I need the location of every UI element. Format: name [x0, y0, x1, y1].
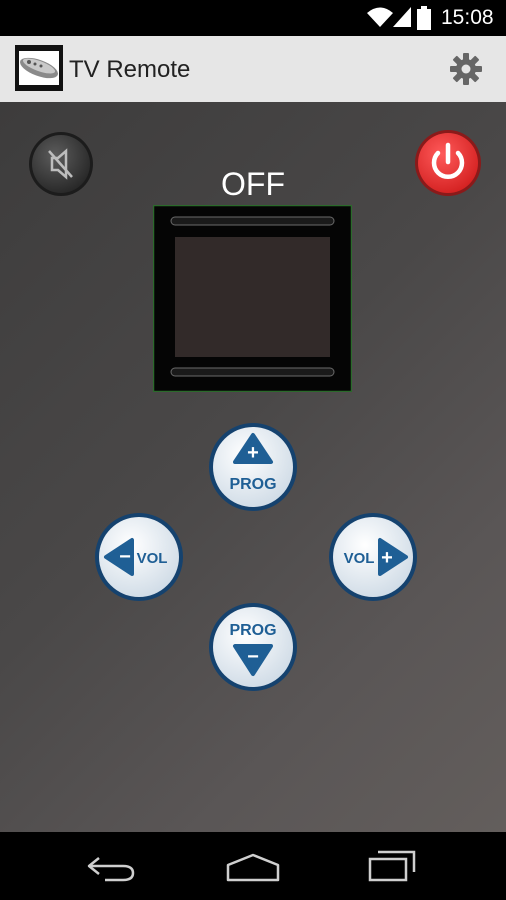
prog-down-label: PROG — [229, 622, 276, 639]
tv-remote-screen: 15:08 TV Remote OFF + PROG − VOL + VOL P… — [0, 0, 506, 900]
signal-icon — [393, 7, 411, 27]
wifi-icon — [367, 7, 393, 27]
vol-up-button[interactable]: + VOL — [328, 512, 418, 602]
action-bar: TV Remote — [0, 36, 506, 103]
vol-down-label: VOL — [137, 550, 168, 567]
prog-up-button[interactable]: + PROG — [208, 422, 298, 512]
prog-up-symbol: + — [247, 442, 259, 464]
back-icon[interactable] — [85, 852, 137, 882]
vol-up-symbol: + — [381, 547, 393, 569]
status-time: 15:08 — [441, 6, 494, 29]
vol-down-symbol: − — [119, 546, 131, 568]
app-title: TV Remote — [69, 56, 191, 83]
battery-icon — [417, 6, 431, 30]
status-bar: 15:08 — [0, 0, 506, 36]
power-button[interactable] — [414, 129, 482, 197]
prog-down-button[interactable]: PROG − — [208, 602, 298, 692]
mute-button[interactable] — [28, 131, 94, 197]
remote-control-icon — [15, 45, 63, 91]
vol-up-label: VOL — [344, 550, 375, 567]
vol-down-button[interactable]: − VOL — [94, 512, 184, 602]
tv-screen — [153, 205, 352, 392]
prog-up-label: PROG — [229, 476, 276, 493]
prog-down-symbol: − — [247, 646, 259, 668]
recents-icon[interactable] — [368, 850, 416, 882]
navigation-bar — [0, 832, 506, 900]
home-icon[interactable] — [225, 852, 281, 882]
gear-icon[interactable] — [448, 51, 484, 87]
tv-state-label: OFF — [221, 166, 285, 202]
